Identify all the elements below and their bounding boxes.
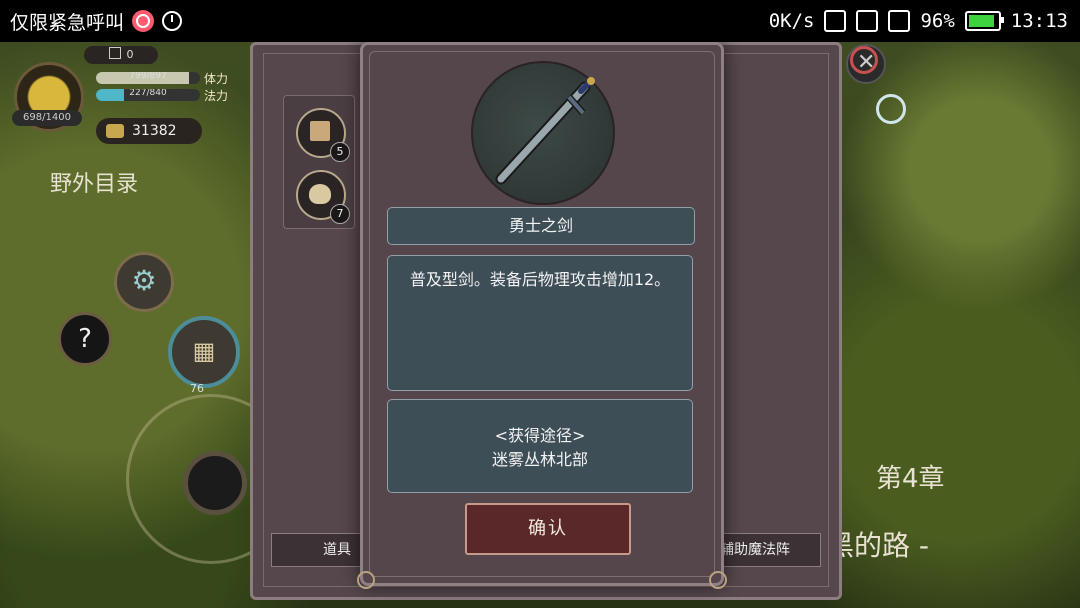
stamina-value: 799/897: [129, 72, 167, 81]
hp-value: 698/1400: [12, 110, 82, 126]
source-location: 迷雾丛林北部: [491, 450, 588, 469]
slot-count: 7: [330, 204, 350, 224]
gold-counter: 31382: [96, 118, 202, 144]
inventory-slot-column: 5 7: [283, 95, 355, 229]
target-marker-icon: [850, 46, 878, 74]
chapter-number: 第4章: [876, 464, 945, 494]
stamina-bar: 799/897: [96, 72, 200, 84]
sim2-icon: [888, 10, 911, 32]
corner-ornament: [709, 571, 727, 589]
confirm-button[interactable]: 确认: [465, 503, 631, 555]
inventory-slot[interactable]: 5: [296, 108, 350, 162]
question-icon: ?: [78, 324, 92, 354]
item-image: [471, 61, 615, 205]
calendar-small-icon: [108, 47, 121, 59]
mana-value: 227/840: [129, 89, 167, 98]
calendar-icon: ▦: [192, 337, 216, 365]
screen-record-icon: [132, 10, 155, 32]
battery-percent: 96%: [920, 10, 955, 32]
source-heading: <获得途径>: [494, 426, 586, 445]
calendar-count: 76: [190, 382, 204, 395]
gold-icon: [106, 124, 124, 138]
status-bar: 仅限紧急呼叫 0K/s 96% 13:13: [0, 0, 1080, 42]
level-value: 0: [126, 48, 134, 61]
item-detail-dialog: 勇士之剑 普及型剑。装备后物理攻击增加12。 <获得途径> 迷雾丛林北部 确认: [357, 42, 727, 589]
gold-value: 31382: [132, 123, 177, 139]
settings-gear-button[interactable]: ⚙: [114, 252, 174, 312]
pouch-icon: [309, 184, 331, 204]
timer-icon: [162, 11, 183, 31]
joystick-knob[interactable]: [183, 451, 247, 515]
level-badge: 0: [84, 46, 158, 64]
help-button[interactable]: ?: [58, 312, 112, 366]
battery-fill: [968, 15, 994, 27]
mute-icon: [824, 10, 847, 32]
item-description: 普及型剑。装备后物理攻击增加12。: [387, 255, 693, 391]
item-name: 勇士之剑: [387, 207, 695, 245]
waypoint-icon: [876, 94, 906, 124]
slot-count: 5: [330, 142, 350, 162]
gear-icon: ⚙: [131, 264, 157, 297]
calendar-button[interactable]: ▦: [168, 316, 240, 388]
player-hud: 698/1400 0 799/897 体力 227/840 法力 31382 野…: [0, 42, 296, 608]
stamina-label: 体力: [204, 72, 229, 86]
sword-icon: [495, 77, 595, 185]
mana-bar: 227/840: [96, 89, 200, 101]
network-speed: 0K/s: [768, 10, 815, 32]
mana-label: 法力: [204, 89, 229, 103]
sim1-icon: [856, 10, 879, 32]
clock: 13:13: [1010, 10, 1068, 32]
wild-catalog-label[interactable]: 野外目录: [50, 166, 138, 198]
inventory-slot[interactable]: 7: [296, 170, 350, 224]
corner-ornament: [357, 571, 375, 589]
item-source-box: <获得途径> 迷雾丛林北部: [387, 399, 693, 493]
book-scroll-icon: [310, 121, 330, 141]
battery-icon: [964, 11, 1004, 31]
emergency-call-text: 仅限紧急呼叫: [10, 11, 125, 34]
